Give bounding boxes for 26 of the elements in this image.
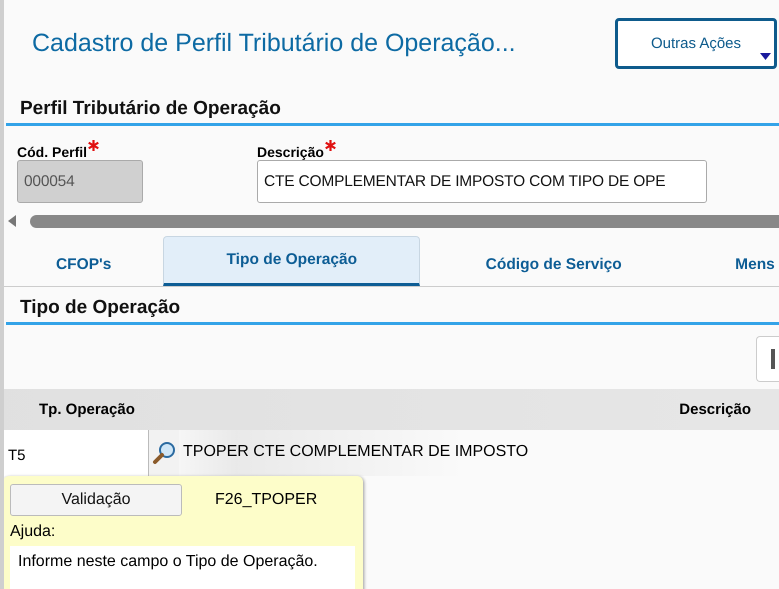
column-header: Tp. Operação xyxy=(39,401,135,418)
help-text: Informe neste campo o Tipo de Operação. xyxy=(10,546,355,589)
tab[interactable]: Mens xyxy=(687,236,779,286)
toolbar-button[interactable] xyxy=(756,336,779,382)
validation-button[interactable]: Validação xyxy=(10,484,182,516)
column-header: Descrição xyxy=(679,401,751,418)
field-label: Cód. Perfil xyxy=(17,143,88,160)
section-heading: Perfil Tributário de Operação xyxy=(6,86,779,126)
scroll-left-icon[interactable] xyxy=(8,215,16,227)
search-button[interactable] xyxy=(149,430,179,476)
field-label: Descrição xyxy=(257,143,324,160)
code-input[interactable]: T5 xyxy=(4,430,149,476)
scrollbar-thumb[interactable] xyxy=(30,214,779,228)
tab[interactable]: Código de Serviço xyxy=(420,236,688,286)
table-cell-text: TPOPER CTE COMPLEMENTAR DE IMPOSTO xyxy=(182,442,528,460)
help-label: Ajuda: xyxy=(10,523,56,541)
page-title: Cadastro de Perfil Tributário de Operação... xyxy=(32,28,516,58)
tab[interactable]: Tipo de Operação xyxy=(163,236,420,286)
caret-icon xyxy=(760,52,771,60)
bar-icon xyxy=(771,349,775,369)
tab[interactable]: CFOP's xyxy=(4,236,164,286)
actions-button[interactable]: Outras Ações xyxy=(615,18,777,68)
field-name: F26_TPOPER xyxy=(215,491,318,509)
input-field[interactable]: CTE COMPLEMENTAR DE IMPOSTO COM TIPO DE OPE xyxy=(257,160,707,203)
section-heading: Tipo de Operação xyxy=(6,287,779,325)
search-icon xyxy=(152,441,176,465)
